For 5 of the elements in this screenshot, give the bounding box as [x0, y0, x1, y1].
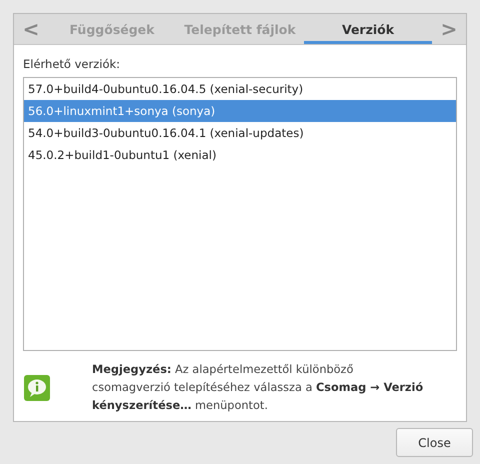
tab[interactable]: Verziók [304, 14, 432, 44]
versions-label: Elérhető verziók: [23, 57, 122, 71]
info-icon [24, 375, 50, 401]
close-button[interactable]: Close [396, 428, 473, 457]
note-text: Megjegyzés: Az alapértelmezettől különböző csomagverzió telepítéséhez válassza a Csomag → Verzió kényszerítése… menüpontot. [92, 362, 424, 414]
